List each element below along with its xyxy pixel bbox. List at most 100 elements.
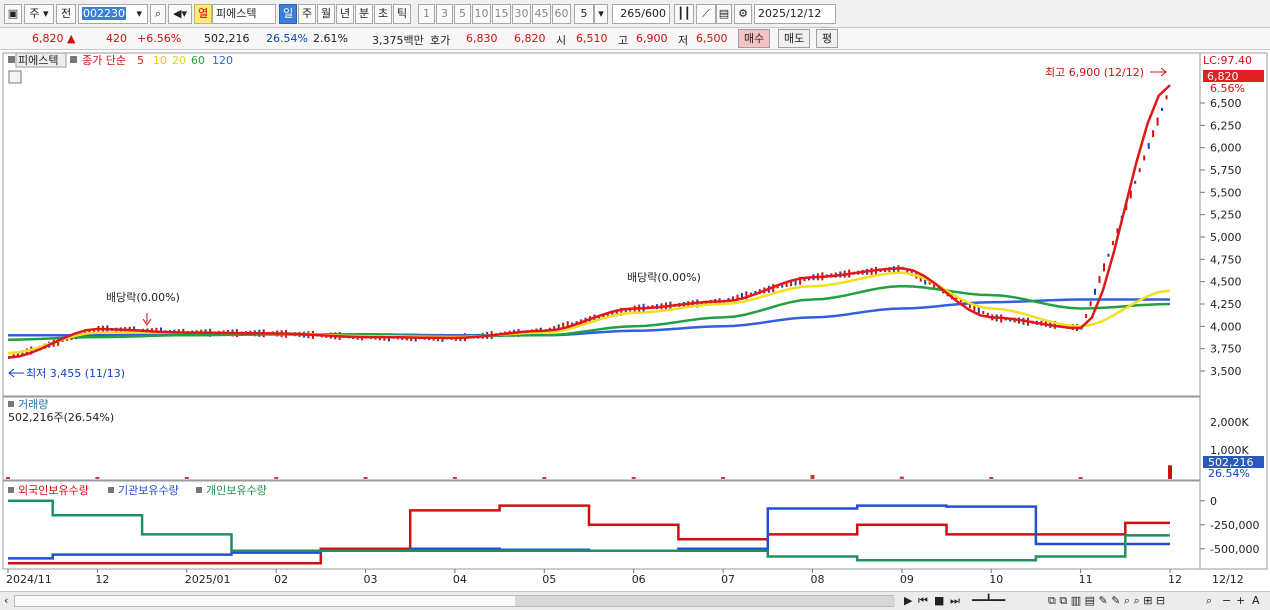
low-label: 저	[678, 34, 689, 47]
legend-marker	[8, 401, 14, 407]
type-select-value: 주	[29, 7, 40, 20]
volume-value-text: 502,216주(26.54%)	[8, 411, 114, 424]
legend-institution: 기관보유수량	[118, 484, 179, 497]
period-button[interactable]: 분	[355, 4, 373, 24]
period-button[interactable]: 년	[336, 4, 354, 24]
current-price: 6,820	[32, 32, 64, 45]
candle	[982, 311, 985, 314]
chart-scrollbar: ‹ ▶ ⏮ ■ ⏭ ━━┻━━ ⧉ ⧉ ▥ ▤ ✎ ✎ ⌕ ⌕ ⊞ ⊟ ⌕ − …	[0, 591, 1270, 610]
price-tick-label: 3,500	[1210, 365, 1242, 378]
interval-button[interactable]: 10	[472, 4, 491, 24]
period-button[interactable]: 주	[298, 4, 316, 24]
chevron-down-icon[interactable]: ▾	[594, 4, 608, 24]
price-tick-label: 6,500	[1210, 97, 1242, 110]
stock-code-input[interactable]: 002230 ▾	[78, 4, 148, 24]
legend-marker	[70, 56, 77, 63]
market-button[interactable]: 열	[194, 4, 212, 24]
interval-button[interactable]: 30	[512, 4, 531, 24]
volume-bar	[542, 477, 547, 479]
fast-forward-icon[interactable]: ⏭	[950, 594, 960, 608]
price-tick-label: 5,500	[1210, 186, 1242, 199]
trading-amount: 3,375백만	[372, 34, 424, 47]
font-size-icon[interactable]: A	[1252, 594, 1260, 607]
prefix-button[interactable]: 전	[56, 4, 76, 24]
date-field[interactable]: 2025/12/12 ▦	[754, 4, 836, 38]
legend-individual: 개인보유수량	[206, 484, 267, 497]
zoom-slider-icon[interactable]: ━━┻━━	[972, 594, 1005, 607]
volume-bar	[631, 477, 636, 479]
volume-y-tick: 2,000K	[1210, 416, 1249, 429]
stock-code-value: 002230	[82, 7, 126, 20]
interval-button[interactable]: 1	[418, 4, 435, 24]
volume-ratio: 26.54%	[266, 32, 308, 45]
volume-bar	[899, 476, 904, 479]
open-price: 6,510	[576, 32, 608, 45]
scroll-track[interactable]	[14, 595, 895, 607]
scroll-thumb[interactable]	[515, 596, 895, 606]
up-arrow-icon: ▲	[67, 32, 76, 45]
stop-icon[interactable]: ■	[934, 594, 944, 607]
table-icon[interactable]	[8, 70, 22, 84]
window-menu-icon[interactable]: ▣	[4, 4, 22, 24]
volume-bar	[721, 477, 726, 479]
volume-bar	[452, 477, 457, 479]
zoom-out-icon[interactable]: −	[1222, 594, 1231, 607]
count-field[interactable]: 265/600	[612, 4, 670, 24]
gear-icon[interactable]: ⚙	[734, 4, 752, 24]
interval-button[interactable]: 5	[454, 4, 471, 24]
play-icon[interactable]: ▶	[904, 594, 912, 607]
candle	[1111, 241, 1114, 246]
zoom-plus-icon[interactable]: +	[1236, 594, 1245, 607]
sell-button[interactable]: 매도	[778, 29, 811, 48]
x-tick-label: 06	[632, 573, 646, 586]
bid-price: 6,820	[514, 32, 546, 45]
stock-name-field[interactable]: 피에스텍	[212, 4, 276, 24]
period-button[interactable]: 일	[279, 4, 297, 24]
period-button[interactable]: 초	[374, 4, 392, 24]
x-tick-label: 12	[1168, 573, 1182, 586]
dividend-annotation-2: 배당락(0.00%)	[627, 271, 701, 284]
interval-button[interactable]: 45	[532, 4, 551, 24]
x-tick-label: 05	[542, 573, 556, 586]
open-label: 시	[556, 34, 567, 47]
count-select[interactable]: 5	[574, 4, 594, 24]
volume-bar	[184, 477, 189, 479]
legend-ma20: 20	[172, 54, 186, 67]
candle	[1165, 95, 1168, 100]
volume-panel[interactable]	[2, 396, 1201, 481]
price-change: 420	[106, 32, 127, 45]
change-percent: +6.56%	[137, 32, 182, 45]
interval-button[interactable]: 3	[436, 4, 453, 24]
legend-ma-label: 종가 단순	[82, 54, 126, 67]
rewind-icon[interactable]: ⏮	[918, 594, 928, 608]
evaluate-button[interactable]: 평	[816, 29, 839, 48]
price-tick-label: 5,000	[1210, 231, 1242, 244]
period-button[interactable]: 틱	[393, 4, 411, 24]
chart-tools-icon[interactable]: ⧉ ⧉ ▥ ▤ ✎ ✎ ⌕ ⌕ ⊞ ⊟	[1048, 594, 1165, 608]
period-button[interactable]: 월	[317, 4, 335, 24]
speaker-icon[interactable]: ◀▾	[168, 4, 192, 24]
legend-ma10: 10	[153, 54, 167, 67]
candle	[1098, 276, 1101, 283]
candle-icon[interactable]: ┃┃	[674, 4, 694, 24]
interval-button[interactable]: 60	[552, 4, 571, 24]
volume-bar	[989, 477, 994, 479]
legend-foreign: 외국인보유수량	[18, 484, 89, 497]
volume-bar	[6, 477, 10, 479]
buy-button[interactable]: 매수	[738, 29, 771, 48]
x-tick-label: 07	[721, 573, 735, 586]
draw-tool-icon[interactable]: ⟋	[696, 4, 716, 24]
save-icon[interactable]: ▤	[716, 4, 732, 24]
high-label: 고	[618, 34, 629, 47]
price-panel[interactable]	[2, 52, 1201, 397]
stock-chart[interactable]: 피에스텍 종가 단순 5 10 20 60 120 6,5006,2506,00…	[0, 51, 1270, 591]
type-select[interactable]: 주 ▾	[24, 4, 54, 24]
scroll-left-icon[interactable]: ‹	[4, 594, 8, 607]
count-value: 265	[620, 7, 642, 20]
high-annotation: 최고 6,900 (12/12)	[1045, 66, 1144, 79]
search-icon[interactable]: ⌕	[150, 4, 166, 24]
candle	[1147, 142, 1150, 149]
volume-bar	[274, 477, 279, 479]
interval-button[interactable]: 15	[492, 4, 511, 24]
zoom-in-icon[interactable]: ⌕	[1206, 594, 1212, 608]
